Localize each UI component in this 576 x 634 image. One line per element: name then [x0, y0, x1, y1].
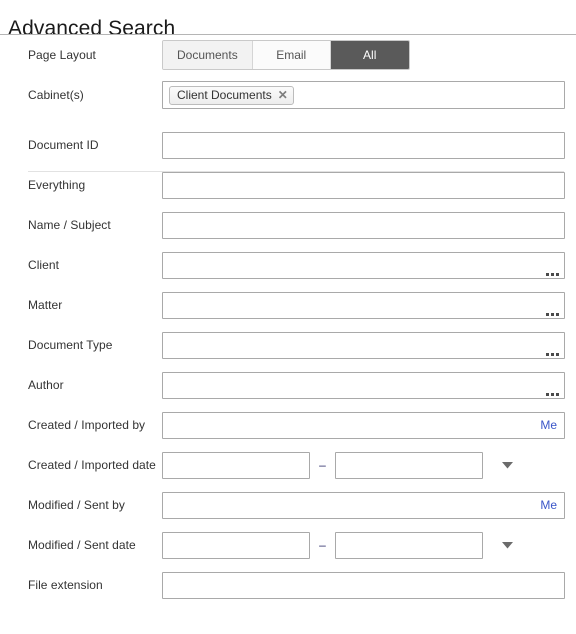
modified-sent-date-to-input[interactable]	[335, 531, 483, 559]
name-subject-input[interactable]	[162, 211, 565, 239]
date-range-separator: –	[319, 458, 326, 472]
label-page-layout: Page Layout	[28, 48, 96, 62]
label-document-id: Document ID	[28, 138, 99, 152]
modified-sent-date-from-input[interactable]	[162, 531, 310, 559]
form-row-everything: Everything	[0, 165, 576, 205]
modified-sent-by-control: Me	[162, 485, 565, 525]
chevron-down-icon[interactable]	[498, 536, 516, 554]
form-row-document-id: Document ID	[0, 125, 576, 165]
file-extension-control	[162, 565, 565, 605]
ellipsis-icon[interactable]	[546, 266, 559, 276]
me-link-created-imported-by[interactable]: Me	[540, 418, 557, 432]
page-layout-tab-group: Documents Email All	[162, 40, 410, 70]
created-imported-date-from-input[interactable]	[162, 451, 310, 479]
form-row-created-imported-date: Created / Imported date –	[0, 445, 576, 485]
tab-documents[interactable]: Documents	[163, 41, 253, 69]
page-layout-control: Documents Email All	[162, 35, 565, 75]
created-imported-by-input[interactable]: Me	[162, 411, 565, 439]
ellipsis-icon[interactable]	[546, 346, 559, 356]
cabinets-control: Client Documents ✕	[162, 75, 565, 115]
form-row-author: Author	[0, 365, 576, 405]
document-type-control	[162, 325, 565, 365]
modified-sent-date-range: –	[162, 531, 516, 559]
form-row-page-layout: Page Layout Documents Email All	[0, 35, 576, 75]
form-row-cabinets: Cabinet(s) Client Documents ✕	[0, 75, 576, 115]
author-control	[162, 365, 565, 405]
form-row-matter: Matter	[0, 285, 576, 325]
author-input[interactable]	[162, 371, 565, 399]
label-created-imported-by: Created / Imported by	[28, 418, 146, 432]
form-row-client: Client	[0, 245, 576, 285]
label-file-extension: File extension	[28, 578, 103, 592]
everything-input[interactable]	[162, 171, 565, 199]
label-cabinets: Cabinet(s)	[28, 88, 84, 102]
file-extension-input[interactable]	[162, 571, 565, 599]
everything-control	[162, 165, 565, 205]
me-link-modified-sent-by[interactable]: Me	[540, 498, 557, 512]
document-id-control	[162, 125, 565, 165]
label-name-subject: Name / Subject	[28, 218, 111, 232]
form-row-modified-sent-date: Modified / Sent date –	[0, 525, 576, 565]
document-type-input[interactable]	[162, 331, 565, 359]
advanced-search-form: Page Layout Documents Email All Cabinet(…	[0, 35, 576, 605]
label-author: Author	[28, 378, 64, 392]
form-row-modified-sent-by: Modified / Sent by Me	[0, 485, 576, 525]
ellipsis-icon[interactable]	[546, 306, 559, 316]
form-row-created-imported-by: Created / Imported by Me	[0, 405, 576, 445]
label-document-type: Document Type	[28, 338, 113, 352]
matter-input[interactable]	[162, 291, 565, 319]
date-range-separator: –	[319, 538, 326, 552]
form-row-document-type: Document Type	[0, 325, 576, 365]
form-row-name-subject: Name / Subject	[0, 205, 576, 245]
tab-email[interactable]: Email	[252, 41, 331, 69]
label-client: Client	[28, 258, 59, 272]
label-modified-sent-date: Modified / Sent date	[28, 538, 136, 552]
close-icon[interactable]: ✕	[278, 89, 288, 101]
document-id-input[interactable]	[162, 131, 565, 159]
created-imported-date-to-input[interactable]	[335, 451, 483, 479]
cabinet-chip[interactable]: Client Documents ✕	[169, 85, 294, 105]
form-row-file-extension: File extension	[0, 565, 576, 605]
advanced-search-page: Advanced Search Page Layout Documents Em…	[0, 0, 576, 634]
label-matter: Matter	[28, 298, 63, 312]
name-subject-control	[162, 205, 565, 245]
modified-sent-date-control: –	[162, 525, 565, 565]
client-control	[162, 245, 565, 285]
label-created-imported-date: Created / Imported date	[28, 458, 156, 472]
client-input[interactable]	[162, 251, 565, 279]
cabinets-input[interactable]: Client Documents ✕	[162, 81, 565, 109]
ellipsis-icon[interactable]	[546, 386, 559, 396]
matter-control	[162, 285, 565, 325]
created-imported-by-control: Me	[162, 405, 565, 445]
tab-all[interactable]: All	[330, 41, 409, 69]
label-everything: Everything	[28, 178, 86, 192]
created-imported-date-control: –	[162, 445, 565, 485]
modified-sent-by-input[interactable]: Me	[162, 491, 565, 519]
created-imported-date-range: –	[162, 451, 516, 479]
chevron-down-icon[interactable]	[498, 456, 516, 474]
cabinet-chip-label: Client Documents	[177, 88, 272, 102]
label-modified-sent-by: Modified / Sent by	[28, 498, 125, 512]
